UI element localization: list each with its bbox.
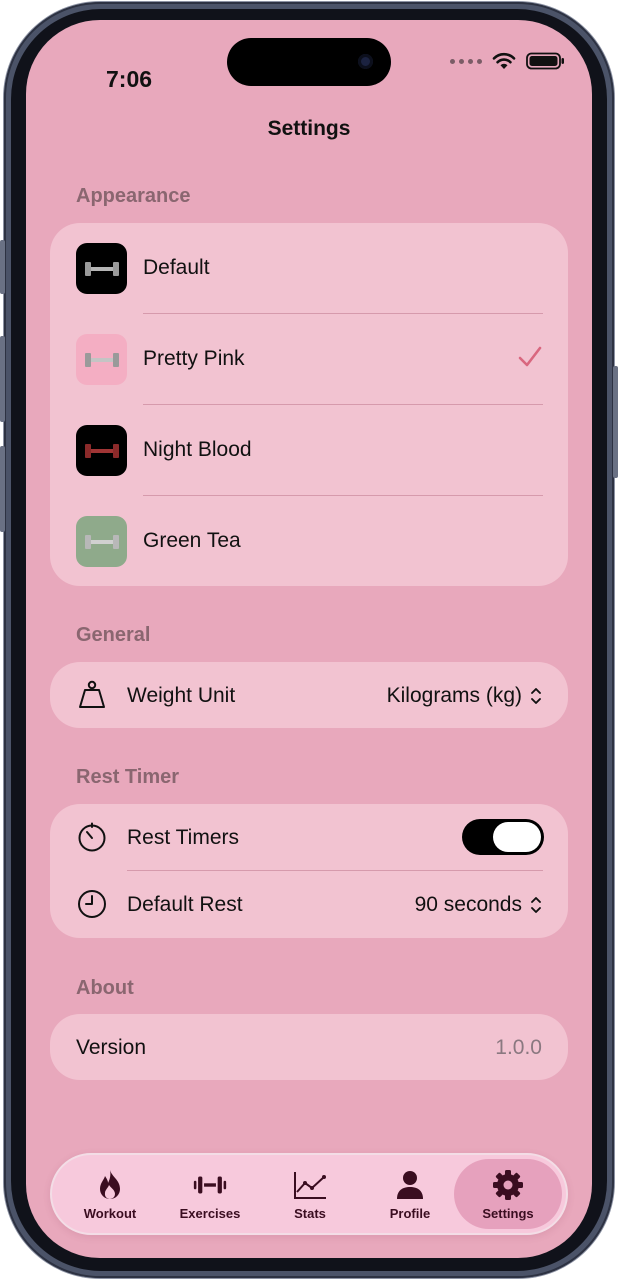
appearance-card: Default Pretty Pink Night Blood Green Te… bbox=[50, 223, 568, 586]
theme-option-green-tea[interactable]: Green Tea bbox=[50, 496, 568, 587]
status-indicators bbox=[450, 50, 566, 72]
theme-option-pretty-pink[interactable]: Pretty Pink bbox=[50, 314, 568, 405]
side-button bbox=[0, 336, 5, 422]
wifi-icon bbox=[492, 52, 516, 69]
rest-timers-row: Rest Timers bbox=[50, 804, 568, 870]
dumbbell-icon bbox=[84, 443, 119, 458]
side-button bbox=[0, 240, 5, 294]
section-header-about: About bbox=[76, 977, 134, 999]
weight-unit-picker[interactable]: Kilograms (kg) bbox=[387, 684, 542, 708]
camera-icon bbox=[358, 54, 373, 69]
chevron-up-down-icon bbox=[531, 897, 541, 913]
checkmark-icon bbox=[518, 346, 542, 367]
default-rest-picker[interactable]: 90 seconds bbox=[415, 893, 542, 917]
flame-icon bbox=[93, 1168, 127, 1202]
tab-stats[interactable]: Stats bbox=[260, 1155, 360, 1233]
default-rest-row[interactable]: Default Rest 90 seconds bbox=[50, 871, 568, 937]
tab-label: Profile bbox=[389, 1205, 431, 1221]
rest-timer-card: Rest Timers Default Rest 90 seconds bbox=[50, 804, 568, 938]
theme-label-green-tea: Green Tea bbox=[143, 529, 241, 552]
default-rest-value: 90 seconds bbox=[414, 893, 522, 916]
tab-profile[interactable]: Profile bbox=[360, 1155, 460, 1233]
side-button bbox=[613, 366, 618, 478]
theme-label-night-blood: Night Blood bbox=[143, 438, 252, 461]
weight-unit-value: Kilograms (kg) bbox=[386, 684, 522, 707]
rest-timers-label: Rest Timers bbox=[127, 826, 240, 849]
tab-workout[interactable]: Workout bbox=[60, 1155, 160, 1233]
theme-option-night-blood[interactable]: Night Blood bbox=[50, 405, 568, 496]
clock-icon bbox=[78, 890, 106, 918]
version-value: 1.0.0 bbox=[495, 1036, 542, 1059]
rest-timers-toggle[interactable] bbox=[462, 819, 544, 855]
timer-icon bbox=[78, 822, 106, 852]
screen: 7:06 Settings Appearance Default Pretty … bbox=[26, 20, 592, 1258]
theme-app-icon-pretty-pink bbox=[76, 334, 127, 385]
theme-app-icon-default bbox=[76, 243, 127, 294]
chevron-up-down-icon bbox=[531, 688, 541, 704]
signal-dots-icon bbox=[450, 58, 482, 64]
tab-bar: Workout Exercises Stats Profile Settings bbox=[50, 1153, 568, 1235]
tab-exercises[interactable]: Exercises bbox=[160, 1155, 260, 1233]
weight-unit-label: Weight Unit bbox=[127, 684, 236, 707]
default-rest-label: Default Rest bbox=[127, 893, 243, 916]
tab-label: Workout bbox=[83, 1205, 137, 1221]
section-header-general: General bbox=[76, 624, 151, 646]
theme-app-icon-night-blood bbox=[76, 425, 127, 476]
theme-option-default[interactable]: Default bbox=[50, 223, 568, 314]
dumbbell-icon bbox=[193, 1168, 227, 1202]
version-label: Version bbox=[76, 1036, 147, 1059]
weight-icon bbox=[79, 680, 105, 708]
tab-label: Stats bbox=[294, 1205, 326, 1221]
section-header-rest-timer: Rest Timer bbox=[76, 766, 180, 788]
side-button bbox=[0, 446, 5, 532]
tab-label: Exercises bbox=[179, 1205, 241, 1221]
person-icon bbox=[393, 1168, 427, 1202]
version-row: Version 1.0.0 bbox=[50, 1014, 568, 1080]
dumbbell-icon bbox=[84, 261, 119, 276]
status-time: 7:06 bbox=[106, 66, 153, 92]
chart-icon bbox=[293, 1168, 327, 1202]
theme-label-default: Default bbox=[143, 256, 210, 279]
dynamic-island bbox=[227, 38, 391, 86]
weight-unit-row[interactable]: Weight Unit Kilograms (kg) bbox=[50, 662, 568, 728]
page-title: Settings bbox=[267, 117, 351, 140]
battery-icon bbox=[526, 52, 564, 70]
general-card: Weight Unit Kilograms (kg) bbox=[50, 662, 568, 728]
dumbbell-icon bbox=[84, 534, 119, 549]
section-header-appearance: Appearance bbox=[76, 185, 191, 207]
tab-settings[interactable]: Settings bbox=[454, 1159, 562, 1229]
dumbbell-icon bbox=[84, 352, 119, 367]
gear-icon bbox=[491, 1168, 525, 1202]
about-card: Version 1.0.0 bbox=[50, 1014, 568, 1080]
theme-app-icon-green-tea bbox=[76, 516, 127, 567]
tab-label: Settings bbox=[482, 1205, 534, 1221]
theme-label-pretty-pink: Pretty Pink bbox=[143, 347, 245, 370]
toggle-knob bbox=[493, 822, 541, 852]
